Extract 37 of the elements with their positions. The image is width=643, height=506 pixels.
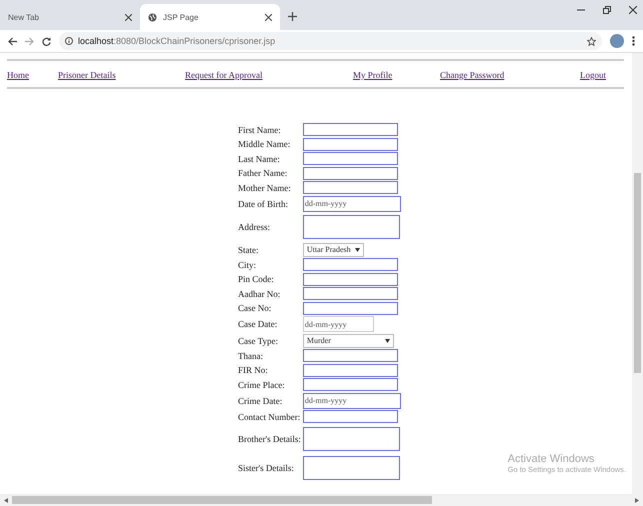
date-field[interactable]: dd-mm-yyyy (302, 316, 374, 332)
nav-link[interactable]: Prisoner Details (58, 70, 116, 80)
field-label: City: (238, 260, 258, 270)
field-label: Middle Name: (238, 139, 292, 149)
field-label: Crime Date: (238, 396, 284, 406)
dropdown[interactable]: Uttar Pradesh (302, 242, 364, 256)
nav-link[interactable]: Change Password (440, 70, 504, 80)
nav-link[interactable]: Home (7, 70, 29, 80)
browser-tab[interactable]: New Tab (0, 4, 140, 30)
field-label: Crime Place: (238, 380, 286, 390)
field-label: Contact Number: (238, 412, 301, 422)
address-bar[interactable]: localhost:8080/BlockChainPrisoners/cprisoner.jsp (59, 32, 602, 50)
nav-link[interactable]: Request for Approval (185, 70, 262, 80)
field-label: Case Type: (238, 336, 279, 346)
field-label: Pin Code: (238, 274, 275, 284)
date-field[interactable]: dd-mm-yyyy (302, 196, 401, 212)
field-label: Brother's Details: (238, 434, 301, 444)
nav-link[interactable]: Logout (580, 70, 606, 80)
url-text: localhost:8080/BlockChainPrisoners/cprisoner.jsp (78, 36, 276, 46)
field-label: Father Name: (238, 168, 288, 178)
field-label: Thana: (238, 350, 264, 360)
dropdown[interactable]: Murder (302, 334, 394, 348)
nav-link[interactable]: My Profile (353, 70, 392, 80)
field-label: Last Name: (238, 154, 281, 164)
field-label: Case No: (238, 303, 272, 313)
field-label: Sister's Details: (238, 463, 295, 473)
field-label: Mother Name: (238, 182, 292, 192)
date-field[interactable]: dd-mm-yyyy (302, 392, 401, 408)
field-label: Aadhar No: (238, 288, 282, 298)
browser-tab[interactable]: JSP Page (140, 4, 280, 30)
field-label: FIR No: (238, 365, 269, 375)
field-label: Date of Birth: (238, 198, 289, 208)
field-label: State: (238, 244, 260, 254)
field-label: Address: (238, 222, 271, 232)
field-label: First Name: (238, 124, 282, 134)
field-label: Case Date: (238, 319, 278, 329)
notice-title: Activate Windows (508, 453, 596, 465)
